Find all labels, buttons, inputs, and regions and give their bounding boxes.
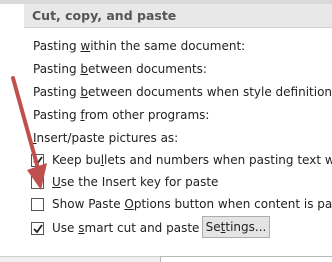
options-panel: Cut, copy, and paste Pasting within the …: [0, 0, 332, 262]
red-arrow-icon: [11, 76, 47, 190]
